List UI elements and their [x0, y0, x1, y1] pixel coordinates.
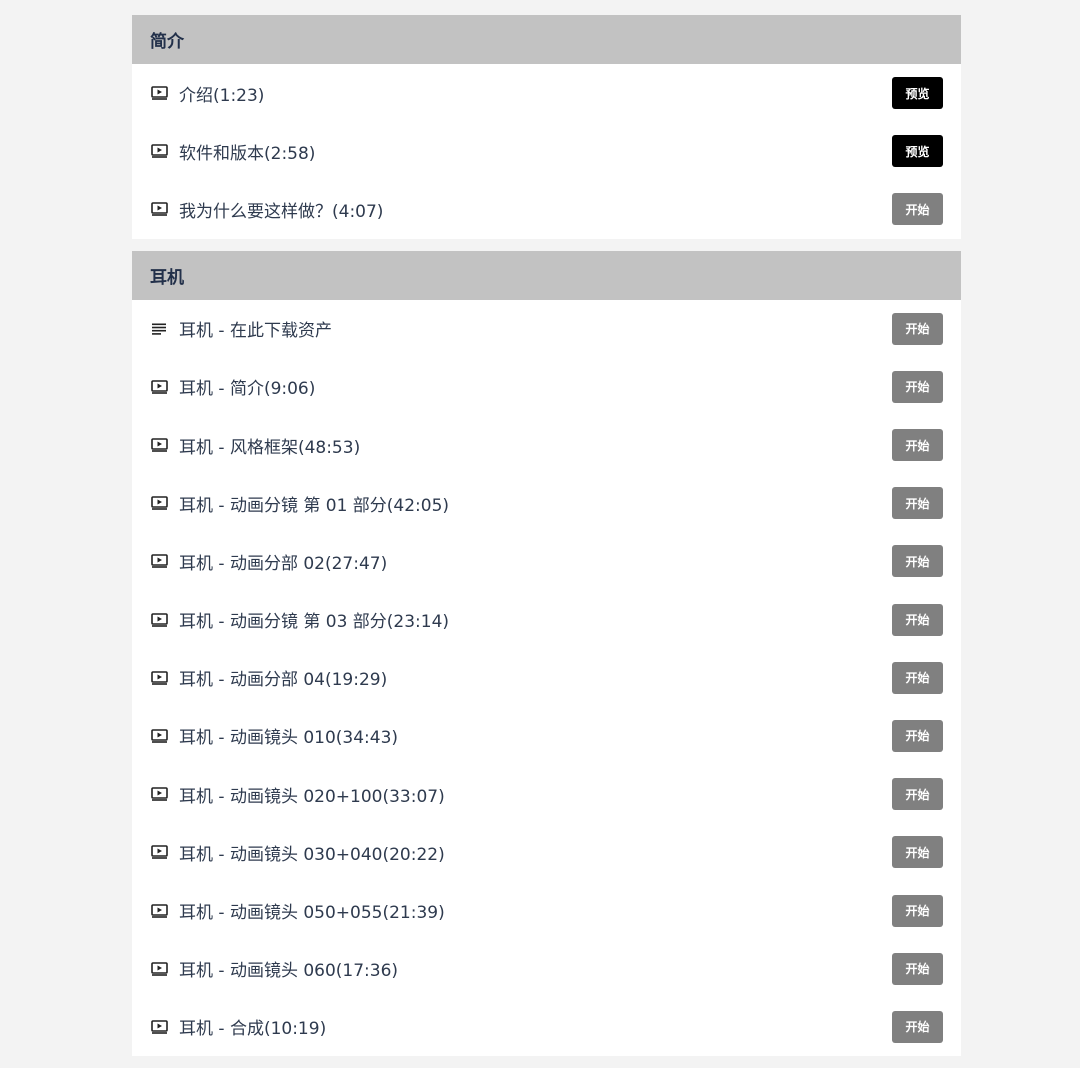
lecture-title: 耳机 - 动画镜头 010(34:43) — [179, 728, 399, 749]
lecture-item[interactable]: 耳机 - 风格框架(48:53) 开始 — [132, 416, 961, 474]
course-curriculum: 简介 介绍(1:23) 预览 软件和版本(2:58) 预览 我为什么要这样做？(… — [132, 15, 961, 1068]
text-icon — [150, 321, 168, 337]
start-button[interactable]: 开始 — [892, 894, 943, 927]
video-icon — [150, 85, 168, 101]
lecture-title: 耳机 - 动画镜头 060(17:36) — [179, 961, 399, 982]
lecture-item[interactable]: 软件和版本(2:58) 预览 — [132, 122, 961, 180]
start-button[interactable]: 开始 — [892, 312, 943, 345]
lecture-title: 耳机 - 简介(9:06) — [179, 379, 316, 400]
start-button[interactable]: 开始 — [892, 603, 943, 636]
video-icon — [150, 379, 168, 395]
lecture-title: 耳机 - 动画镜头 020+100(33:07) — [179, 786, 445, 807]
video-icon — [150, 961, 168, 977]
section-header: 简介 — [132, 15, 961, 64]
preview-button[interactable]: 预览 — [892, 77, 943, 110]
video-icon — [150, 844, 168, 860]
lecture-title: 耳机 - 动画分部 02(27:47) — [179, 553, 388, 574]
video-icon — [150, 201, 168, 217]
lecture-title: 耳机 - 合成(10:19) — [179, 1019, 327, 1040]
lecture-item[interactable]: 耳机 - 在此下载资产 开始 — [132, 300, 961, 358]
video-icon — [150, 670, 168, 686]
video-icon — [150, 143, 168, 159]
lecture-title: 耳机 - 动画镜头 030+040(20:22) — [179, 844, 445, 865]
lecture-item[interactable]: 耳机 - 动画镜头 050+055(21:39) 开始 — [132, 881, 961, 939]
lecture-item[interactable]: 耳机 - 简介(9:06) 开始 — [132, 358, 961, 416]
lecture-title: 软件和版本(2:58) — [179, 143, 316, 164]
start-button[interactable]: 开始 — [892, 952, 943, 985]
lecture-item[interactable]: 耳机 - 动画分镜 第 03 部分(23:14) 开始 — [132, 591, 961, 649]
start-button[interactable]: 开始 — [892, 1010, 943, 1043]
section-title: 简介 — [150, 32, 184, 52]
lecture-item[interactable]: 耳机 - 动画分镜 第 01 部分(42:05) 开始 — [132, 474, 961, 532]
section-headphones: 耳机 耳机 - 在此下载资产 开始 耳机 - 简介(9:06) 开始 耳机 - … — [132, 250, 961, 1056]
lecture-title: 耳机 - 动画分镜 第 01 部分(42:05) — [179, 495, 450, 516]
start-button[interactable]: 开始 — [892, 487, 943, 520]
lecture-item[interactable]: 耳机 - 合成(10:19) 开始 — [132, 998, 961, 1056]
lecture-item[interactable]: 耳机 - 动画镜头 010(34:43) 开始 — [132, 707, 961, 765]
lecture-title: 耳机 - 风格框架(48:53) — [179, 437, 361, 458]
video-icon — [150, 728, 168, 744]
lecture-title: 介绍(1:23) — [179, 85, 265, 106]
lecture-item[interactable]: 耳机 - 动画镜头 060(17:36) 开始 — [132, 940, 961, 998]
lecture-item[interactable]: 介绍(1:23) 预览 — [132, 64, 961, 122]
start-button[interactable]: 开始 — [892, 370, 943, 403]
section-intro: 简介 介绍(1:23) 预览 软件和版本(2:58) 预览 我为什么要这样做？(… — [132, 15, 961, 239]
start-button[interactable]: 开始 — [892, 429, 943, 462]
video-icon — [150, 437, 168, 453]
preview-button[interactable]: 预览 — [892, 135, 943, 168]
lecture-title: 耳机 - 在此下载资产 — [179, 321, 332, 342]
lecture-item[interactable]: 耳机 - 动画分部 02(27:47) 开始 — [132, 532, 961, 590]
section-header: 耳机 — [132, 250, 961, 300]
video-icon — [150, 495, 168, 511]
lecture-item[interactable]: 我为什么要这样做？(4:07) 开始 — [132, 180, 961, 238]
lecture-title: 耳机 - 动画分部 04(19:29) — [179, 670, 388, 691]
start-button[interactable]: 开始 — [892, 661, 943, 694]
lecture-title: 耳机 - 动画镜头 050+055(21:39) — [179, 903, 445, 924]
lecture-item[interactable]: 耳机 - 动画镜头 030+040(20:22) 开始 — [132, 823, 961, 881]
start-button[interactable]: 开始 — [892, 778, 943, 811]
lecture-item[interactable]: 耳机 - 动画分部 04(19:29) 开始 — [132, 649, 961, 707]
start-button[interactable]: 开始 — [892, 836, 943, 869]
video-icon — [150, 612, 168, 628]
start-button[interactable]: 开始 — [892, 545, 943, 578]
lecture-title: 耳机 - 动画分镜 第 03 部分(23:14) — [179, 612, 450, 633]
video-icon — [150, 553, 168, 569]
video-icon — [150, 786, 168, 802]
lecture-item[interactable]: 耳机 - 动画镜头 020+100(33:07) 开始 — [132, 765, 961, 823]
lecture-title: 我为什么要这样做？(4:07) — [179, 201, 384, 222]
video-icon — [150, 1019, 168, 1035]
video-icon — [150, 903, 168, 919]
start-button[interactable]: 开始 — [892, 719, 943, 752]
start-button[interactable]: 开始 — [892, 193, 943, 226]
section-title: 耳机 — [150, 267, 184, 288]
